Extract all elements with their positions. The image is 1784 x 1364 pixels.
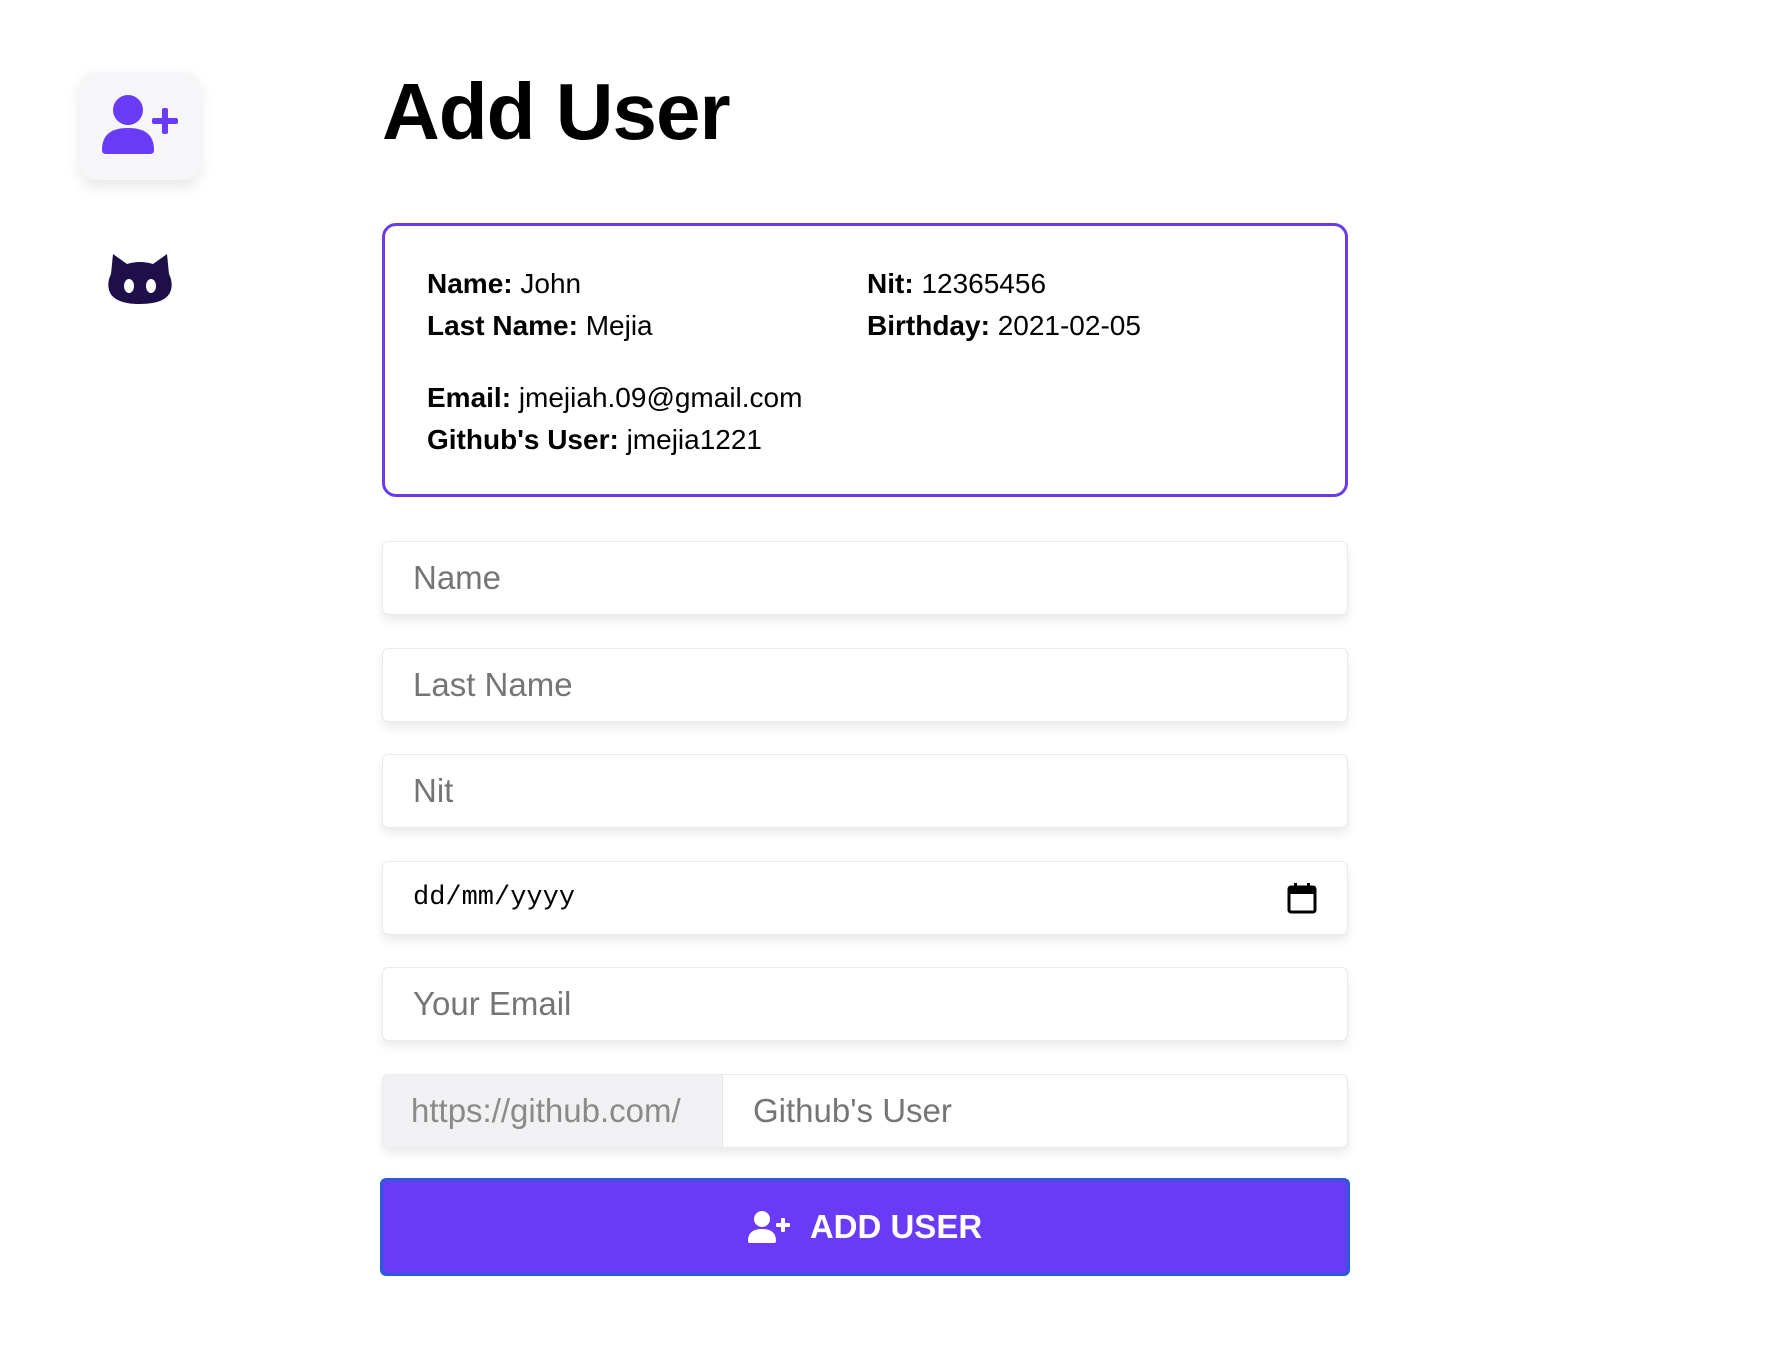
summary-github-label: Github's User: (427, 424, 619, 455)
summary-github: Github's User: jmejia1221 (427, 424, 762, 456)
summary-nit-label: Nit: (867, 268, 914, 299)
summary-name: Name: John (427, 268, 581, 300)
summary-birthday: Birthday: 2021-02-05 (867, 310, 1141, 342)
email-input[interactable] (383, 968, 1347, 1040)
name-field (382, 541, 1348, 615)
birthday-field[interactable]: dd/mm/yyyy (382, 861, 1348, 935)
summary-name-label: Name: (427, 268, 513, 299)
github-user-input[interactable] (723, 1075, 1347, 1147)
summary-email: Email: jmejiah.09@gmail.com (427, 382, 802, 414)
sidebar-item-github[interactable] (100, 240, 180, 320)
add-user-button[interactable]: ADD USER (380, 1178, 1350, 1276)
last-name-input[interactable] (383, 649, 1347, 721)
last-name-field (382, 648, 1348, 722)
add-user-icon (100, 92, 180, 161)
summary-last-name-label: Last Name: (427, 310, 578, 341)
summary-nit: Nit: 12365456 (867, 268, 1046, 300)
sidebar-item-add-user[interactable] (80, 72, 200, 180)
summary-nit-value: 12365456 (921, 268, 1047, 299)
summary-birthday-label: Birthday: (867, 310, 990, 341)
email-field (382, 967, 1348, 1041)
page-title: Add User (382, 67, 731, 156)
github-icon (107, 250, 173, 311)
name-input[interactable] (383, 542, 1347, 614)
sidebar (0, 0, 300, 1364)
summary-last-name: Last Name: Mejia (427, 310, 653, 342)
add-user-button-label: ADD USER (809, 1208, 983, 1245)
summary-email-value: jmejiah.09@gmail.com (518, 382, 803, 413)
github-user-field: https://github.com/ (382, 1074, 1348, 1148)
nit-input[interactable] (383, 755, 1347, 827)
github-url-prefix: https://github.com/ (383, 1075, 723, 1147)
calendar-icon[interactable] (1287, 882, 1317, 914)
summary-birthday-value: 2021-02-05 (997, 310, 1141, 341)
add-user-button-icon (747, 1210, 790, 1244)
summary-name-value: John (520, 268, 582, 299)
birthday-input[interactable]: dd/mm/yyyy (413, 883, 575, 913)
summary-last-name-value: Mejia (585, 310, 653, 341)
summary-github-value: jmejia1221 (626, 424, 762, 455)
user-summary-card: Name: John Last Name: Mejia Nit: 1236545… (382, 223, 1348, 497)
summary-email-label: Email: (427, 382, 512, 413)
nit-field (382, 754, 1348, 828)
